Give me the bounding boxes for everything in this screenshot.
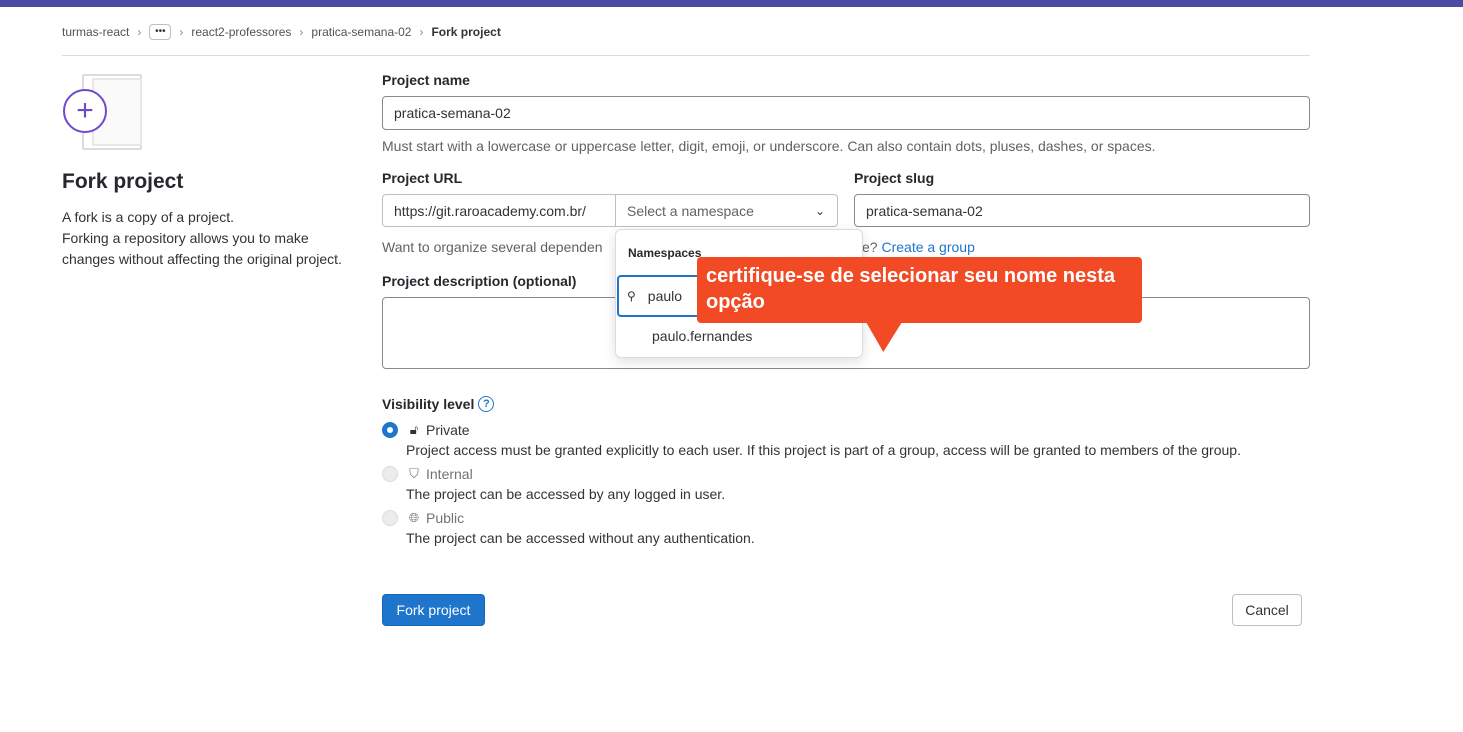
visibility-private-description: Project access must be granted explicitl… (406, 442, 1241, 458)
project-name-input[interactable]: pratica-semana-02 (382, 96, 1310, 130)
visibility-public-name: Public (426, 510, 465, 526)
visibility-internal-name: Internal (426, 466, 473, 482)
namespace-search-value: paulo (647, 288, 683, 304)
shield-icon: ⛉ (409, 466, 419, 481)
project-url-label: Project URL (382, 170, 463, 186)
project-name-label: Project name (382, 72, 470, 88)
chevron-right-icon: › (179, 25, 184, 39)
chevron-right-icon: › (299, 25, 304, 39)
visibility-public-radio[interactable] (382, 510, 398, 526)
breadcrumb-ellipsis-button[interactable]: ••• (149, 24, 172, 40)
fork-description: A fork is a copy of a project. Forking a… (62, 207, 342, 270)
page-title: Fork project (62, 170, 184, 193)
question-icon[interactable]: ? (478, 396, 495, 412)
namespace-select[interactable]: Select a namespace ⌄ (615, 194, 838, 227)
lock-icon: 🔓︎ (409, 422, 419, 437)
namespace-option[interactable]: paulo.fernandes (652, 328, 752, 344)
plus-circle-icon: + (63, 89, 107, 133)
create-group-link[interactable]: Create a group (881, 239, 974, 255)
fork-illustration: + (62, 72, 146, 152)
visibility-private-name: Private (426, 422, 470, 438)
fork-project-button[interactable]: Fork project (382, 594, 485, 626)
visibility-level-text: Visibility level (382, 396, 475, 412)
fork-description-line1: A fork is a copy of a project. (62, 209, 234, 225)
project-description-label: Project description (optional) (382, 273, 577, 289)
chevron-right-icon: › (419, 25, 424, 39)
search-icon: ⚲ (627, 289, 636, 303)
breadcrumb-item-group[interactable]: turmas-react (62, 25, 129, 39)
organize-help: Want to organize several dependen (382, 239, 603, 255)
project-slug-input[interactable]: pratica-semana-02 (854, 194, 1310, 227)
cancel-button[interactable]: Cancel (1232, 594, 1302, 626)
top-bar (0, 0, 1463, 7)
visibility-public-description: The project can be accessed without any … (406, 530, 755, 546)
breadcrumb-item-project[interactable]: pratica-semana-02 (311, 25, 411, 39)
chevron-right-icon: › (137, 25, 142, 39)
visibility-internal-radio[interactable] (382, 466, 398, 482)
fork-info-panel: + Fork project A fork is a copy of a pro… (62, 72, 342, 270)
project-url-prefix: https://git.raroacademy.com.br/ (382, 194, 616, 227)
visibility-level-label: Visibility level ? (382, 396, 495, 412)
project-slug-label: Project slug (854, 170, 935, 186)
visibility-private-radio[interactable] (382, 422, 398, 438)
fork-description-rest: Forking a repository allows you to make … (62, 230, 342, 267)
project-name-help: Must start with a lowercase or uppercase… (382, 138, 1156, 154)
chevron-down-icon: ⌄ (814, 203, 825, 218)
annotation-callout: certifique-se de selecionar seu nome nes… (697, 257, 1142, 323)
visibility-internal-label[interactable]: ⛉ Internal (406, 466, 473, 482)
visibility-internal-description: The project can be accessed by any logge… (406, 486, 726, 502)
breadcrumb: turmas-react › ••• › react2-professores … (62, 22, 501, 42)
breadcrumb-item-subgroup[interactable]: react2-professores (191, 25, 291, 39)
visibility-public-label[interactable]: 🌐︎ Public (406, 510, 464, 526)
dropdown-header: Namespaces (628, 246, 702, 260)
globe-icon: 🌐︎ (408, 510, 420, 525)
organize-help-end: e? (862, 239, 878, 255)
visibility-private-label[interactable]: 🔓︎ Private (406, 422, 470, 438)
breadcrumb-item-current[interactable]: Fork project (431, 25, 500, 39)
organize-help-suffix: e? Create a group (862, 239, 975, 255)
header-divider (62, 55, 1310, 56)
namespace-select-placeholder: Select a namespace (627, 202, 754, 219)
